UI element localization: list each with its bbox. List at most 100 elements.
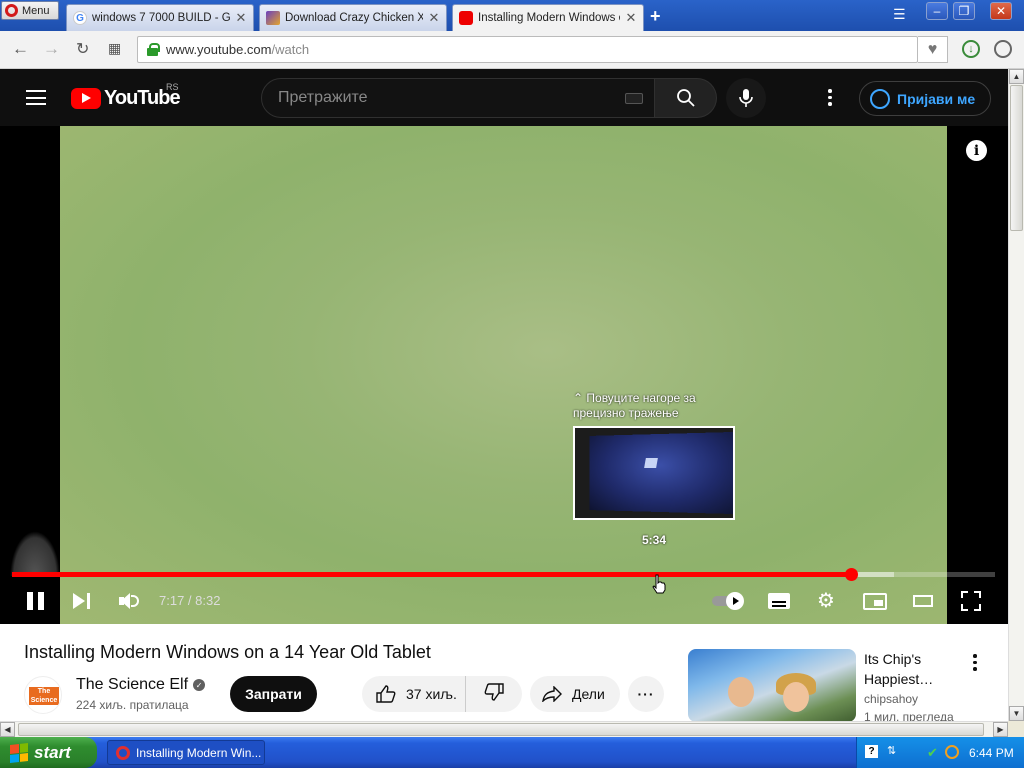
- sign-in-label: Пријави ме: [897, 90, 976, 107]
- keyboard-icon[interactable]: [625, 93, 643, 104]
- subscriber-count: 224 хиљ. пратилаца: [76, 698, 189, 712]
- seek-hint: ⌃ Повуците нагоре за прецизно тражење: [573, 391, 696, 421]
- clock: 6:44 PM: [969, 746, 1014, 760]
- channel-avatar-logo: The Science Elf: [29, 687, 59, 713]
- recommended-video-title[interactable]: Its Chip's Happiest…: [864, 649, 964, 689]
- rec-title-line1: Its Chip's: [864, 651, 922, 667]
- youtube-logo[interactable]: YouTube RS: [71, 82, 181, 110]
- tab-title: windows 7 7000 BUILD - Goo: [92, 12, 230, 24]
- channel-avatar[interactable]: The Science Elf: [24, 676, 62, 714]
- video-frame[interactable]: [60, 126, 947, 624]
- next-video-button[interactable]: [73, 593, 91, 609]
- thumbnail-face: [783, 682, 809, 712]
- video-shadow: [10, 531, 60, 576]
- youtube-play-icon: [71, 88, 101, 109]
- network-icon[interactable]: ⇅: [887, 744, 896, 757]
- scroll-up-arrow-icon[interactable]: ▲: [1009, 69, 1024, 84]
- reload-icon[interactable]: ↻: [76, 39, 89, 59]
- scroll-left-arrow-icon[interactable]: ◀: [0, 722, 15, 737]
- thumbs-up-icon: [376, 685, 396, 703]
- sign-in-button[interactable]: Пријави ме: [859, 81, 991, 116]
- progress-bar[interactable]: [12, 568, 995, 581]
- subscribe-button[interactable]: Запрати: [230, 676, 317, 712]
- like-button[interactable]: 37 хиљ.: [362, 676, 466, 712]
- browser-tab-strip: Menu G windows 7 7000 BUILD - Goo ✕ Down…: [0, 0, 1024, 31]
- horizontal-scrollbar[interactable]: ◀ ▶: [0, 721, 1008, 737]
- tab-google-search[interactable]: G windows 7 7000 BUILD - Goo ✕: [66, 4, 254, 31]
- close-window-button[interactable]: ✕: [990, 2, 1012, 20]
- voice-search-button[interactable]: [726, 78, 766, 118]
- system-tray: ? ⇅ ✔ 6:44 PM: [856, 737, 1024, 768]
- played-bar: [12, 572, 852, 577]
- more-actions-button[interactable]: ···: [628, 676, 664, 712]
- share-arrow-icon: [542, 686, 562, 702]
- youtube-icon: [459, 11, 473, 25]
- miniplayer-icon[interactable]: [863, 593, 887, 610]
- volume-icon[interactable]: [119, 593, 141, 609]
- back-arrow-icon[interactable]: ←: [12, 39, 29, 59]
- close-tab-icon[interactable]: ✕: [235, 10, 247, 26]
- vertical-scrollbar[interactable]: ▲ ▼: [1008, 69, 1024, 721]
- url-domain: www.youtube.com: [166, 42, 272, 57]
- close-tab-icon[interactable]: ✕: [625, 10, 637, 26]
- windows-flag-icon: [10, 742, 28, 763]
- opera-menu-button[interactable]: Menu: [1, 1, 59, 20]
- dislike-button[interactable]: [466, 682, 504, 706]
- tab-youtube-video[interactable]: Installing Modern Windows o ✕: [452, 4, 644, 31]
- scrollbar-corner: [1008, 721, 1024, 737]
- video-player[interactable]: i ⌃ Повуците нагоре за прецизно тражење …: [0, 126, 1008, 624]
- bookmark-heart-icon[interactable]: ♥: [918, 36, 948, 63]
- recommended-channel[interactable]: chipsahoy: [864, 692, 918, 706]
- gear-icon[interactable]: ⚙: [817, 591, 837, 611]
- new-tab-icon[interactable]: +: [650, 6, 661, 27]
- minimize-button[interactable]: ‒: [926, 2, 948, 20]
- info-icon[interactable]: i: [966, 140, 987, 161]
- settings-more-icon[interactable]: [828, 89, 832, 106]
- lock-icon: [147, 43, 160, 56]
- opera-logo-icon: [5, 4, 18, 17]
- url-field[interactable]: www.youtube.com/watch: [137, 36, 918, 63]
- search-button[interactable]: [655, 78, 717, 118]
- share-label: Дели: [572, 686, 605, 702]
- recommended-video-thumbnail[interactable]: [688, 649, 856, 722]
- verified-check-icon: ✓: [193, 679, 206, 691]
- close-tab-icon[interactable]: ✕: [428, 10, 440, 26]
- share-button[interactable]: Дели: [530, 676, 620, 712]
- screen: Menu G windows 7 7000 BUILD - Goo ✕ Down…: [0, 0, 1024, 768]
- address-toolbar: ← → ↻ ▦ www.youtube.com/watch ♥ ↓: [0, 31, 1024, 69]
- speed-dial-icon[interactable]: ▦: [108, 40, 121, 57]
- tab-download-crazy-chicken[interactable]: Download Crazy Chicken X (W ✕: [259, 4, 447, 31]
- autoplay-toggle[interactable]: [712, 592, 746, 610]
- hamburger-menu-icon[interactable]: [26, 90, 46, 105]
- start-button[interactable]: start: [0, 737, 97, 768]
- opera-logo-icon: [116, 745, 130, 760]
- horizontal-scroll-thumb[interactable]: [18, 723, 984, 736]
- recommended-more-icon[interactable]: [973, 654, 977, 671]
- taskbar-opera-window[interactable]: Installing Modern Win...: [107, 740, 265, 765]
- pause-button[interactable]: [27, 592, 44, 610]
- tray-search-icon[interactable]: [945, 745, 959, 759]
- fullscreen-icon[interactable]: [961, 591, 981, 611]
- vertical-scroll-thumb[interactable]: [1010, 85, 1023, 231]
- tab-menu-icon[interactable]: ☰: [893, 6, 906, 23]
- time-display: 7:17 / 8:32: [159, 593, 221, 608]
- subtitles-icon[interactable]: [768, 593, 790, 609]
- forward-arrow-icon[interactable]: →: [43, 39, 60, 59]
- start-label: start: [34, 742, 71, 762]
- scroll-right-arrow-icon[interactable]: ▶: [993, 722, 1008, 737]
- scroll-down-arrow-icon[interactable]: ▼: [1009, 706, 1024, 721]
- youtube-header: YouTube RS Претражите Пријави ме: [0, 69, 1008, 126]
- maximize-button[interactable]: ❐: [953, 2, 975, 20]
- like-count: 37 хиљ.: [406, 686, 457, 702]
- channel-name-link[interactable]: The Science Elf ✓: [76, 676, 206, 694]
- account-icon[interactable]: [994, 40, 1012, 58]
- download-icon[interactable]: ↓: [962, 40, 980, 58]
- search-icon: [676, 89, 695, 107]
- theater-mode-icon[interactable]: [913, 595, 933, 607]
- user-circle-icon: [870, 88, 890, 109]
- tray-app-icon[interactable]: ✔: [927, 745, 941, 760]
- help-icon[interactable]: ?: [865, 745, 878, 758]
- microphone-icon: [739, 89, 753, 107]
- search-input[interactable]: Претражите: [261, 78, 655, 118]
- seek-preview-thumbnail: [573, 426, 735, 520]
